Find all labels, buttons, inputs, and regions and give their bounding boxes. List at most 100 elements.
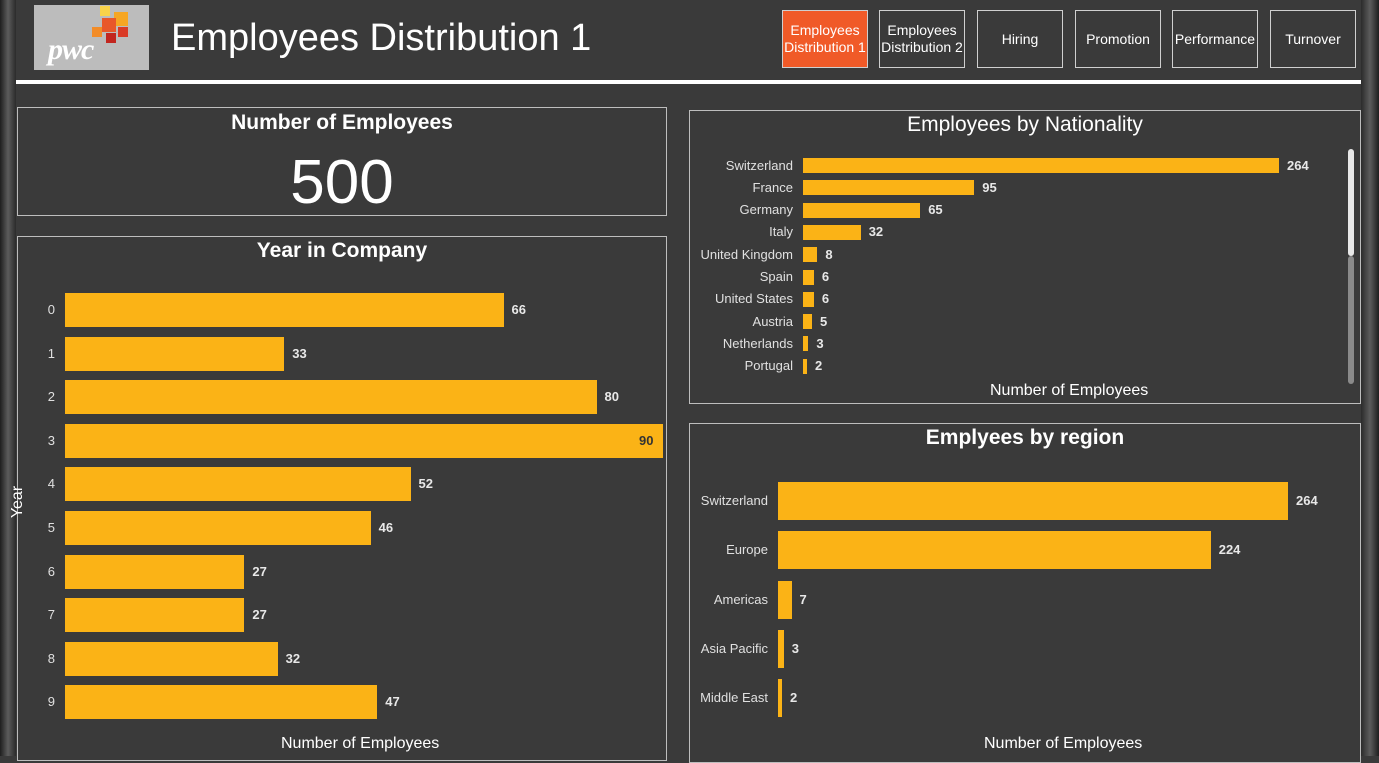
- bar[interactable]: [65, 336, 285, 371]
- category-label: Europe: [726, 542, 768, 558]
- data-label: 46: [378, 520, 394, 535]
- category-label: Spain: [759, 269, 793, 284]
- data-label: 47: [385, 694, 400, 710]
- window-frame-right: [1361, 0, 1379, 756]
- kpi-value: 500: [290, 148, 394, 217]
- category-label: 1: [47, 345, 55, 361]
- y-axis-label: Year: [9, 485, 27, 519]
- chart-employees-by-nationality[interactable]: Employees by Nationality Number of Emplo…: [689, 110, 1361, 404]
- bar[interactable]: [803, 224, 861, 240]
- data-label: 264: [1296, 493, 1318, 508]
- chart-year-in-company[interactable]: Year in Company Year Number of Employees…: [9, 236, 667, 761]
- pwc-logo: pwc: [34, 5, 149, 70]
- data-label: 3: [791, 640, 800, 656]
- scrollbar-thumb[interactable]: [1348, 149, 1354, 256]
- category-label: United Kingdom: [700, 246, 794, 262]
- bar[interactable]: [778, 580, 792, 619]
- category-label: 7: [47, 607, 55, 623]
- bar[interactable]: [803, 291, 814, 307]
- data-label: 32: [868, 224, 884, 240]
- category-label: United States: [714, 291, 793, 307]
- bar[interactable]: [803, 202, 921, 218]
- bar[interactable]: [65, 598, 245, 633]
- category-label: 4: [47, 476, 55, 492]
- nav-button-employees-distribution-2[interactable]: Employees Distribution 2: [879, 10, 965, 68]
- category-label: Austria: [752, 313, 793, 329]
- category-label: Germany: [739, 202, 793, 218]
- data-label: 65: [928, 202, 943, 218]
- bar[interactable]: [65, 554, 245, 589]
- category-label: Italy: [769, 224, 793, 240]
- bar[interactable]: [65, 423, 663, 458]
- data-label: 27: [252, 563, 267, 579]
- chart-title: Employees by Nationality: [907, 113, 1143, 136]
- x-axis-label: Number of Employees: [990, 382, 1149, 399]
- category-label: France: [752, 179, 793, 195]
- data-label: 224: [1218, 542, 1241, 558]
- bar[interactable]: [65, 467, 411, 502]
- category-label: Switzerland: [700, 493, 768, 508]
- x-axis-label: Number of Employees: [984, 735, 1143, 752]
- data-label: 3: [816, 335, 824, 351]
- bar[interactable]: [778, 482, 1288, 520]
- category-label: 8: [47, 650, 55, 666]
- category-label: 2: [47, 389, 55, 405]
- chart-title: Emplyees by region: [925, 426, 1125, 449]
- data-label: 33: [292, 345, 307, 361]
- category-label: Middle East: [700, 690, 768, 706]
- category-label: 5: [47, 520, 55, 535]
- category-label: Asia Pacific: [700, 640, 768, 656]
- data-label: 95: [982, 179, 997, 195]
- data-label: 66: [511, 302, 526, 317]
- chart-employees-by-region[interactable]: Emplyees by region Number of Employees S…: [689, 423, 1361, 763]
- category-label: Netherlands: [722, 335, 793, 351]
- bar[interactable]: [803, 180, 975, 196]
- bar[interactable]: [803, 247, 818, 263]
- bar[interactable]: [803, 269, 814, 285]
- data-label: 2: [790, 690, 798, 706]
- data-label: 90: [639, 432, 654, 448]
- category-label: 0: [47, 302, 55, 317]
- category-label: Americas: [713, 591, 768, 607]
- nav-button-performance[interactable]: Performance: [1172, 10, 1258, 68]
- scrollbar-track[interactable]: [1348, 256, 1354, 384]
- category-label: Portugal: [744, 358, 793, 374]
- data-label: 7: [799, 591, 807, 607]
- category-label: 3: [47, 432, 55, 448]
- data-label: 5: [820, 313, 828, 329]
- data-label: 80: [604, 389, 620, 405]
- data-label: 32: [285, 650, 301, 666]
- window-frame-left: [0, 0, 16, 756]
- kpi-title: Number of Employees: [231, 111, 453, 134]
- data-label: 27: [252, 607, 267, 623]
- bar[interactable]: [65, 641, 278, 676]
- bar[interactable]: [803, 314, 812, 330]
- nav-button-hiring[interactable]: Hiring: [977, 10, 1063, 68]
- bar[interactable]: [778, 629, 784, 668]
- bar[interactable]: [65, 685, 378, 720]
- bar[interactable]: [803, 358, 807, 374]
- nav-button-turnover[interactable]: Turnover: [1270, 10, 1356, 68]
- bar[interactable]: [65, 511, 371, 545]
- header-divider: [16, 80, 1361, 84]
- data-label: 264: [1287, 157, 1309, 173]
- nav-button-promotion[interactable]: Promotion: [1075, 10, 1161, 68]
- data-label: 6: [821, 269, 830, 284]
- data-label: 6: [821, 291, 830, 307]
- bar[interactable]: [65, 293, 504, 327]
- bar[interactable]: [778, 679, 782, 718]
- x-axis-label: Number of Employees: [281, 735, 440, 752]
- category-label: Switzerland: [725, 157, 793, 173]
- bar[interactable]: [803, 158, 1279, 173]
- bar[interactable]: [778, 531, 1211, 570]
- category-label: 6: [47, 563, 55, 579]
- nav-button-employees-distribution-1[interactable]: Employees Distribution 1: [782, 10, 868, 68]
- bar[interactable]: [65, 380, 597, 415]
- bar[interactable]: [803, 336, 809, 352]
- logo-wordmark: pwc: [48, 33, 94, 66]
- page-title: Employees Distribution 1: [171, 17, 592, 59]
- chart-title: Year in Company: [256, 239, 428, 262]
- data-label: 2: [815, 358, 823, 374]
- category-label: 9: [47, 694, 55, 710]
- data-label: 52: [418, 476, 433, 492]
